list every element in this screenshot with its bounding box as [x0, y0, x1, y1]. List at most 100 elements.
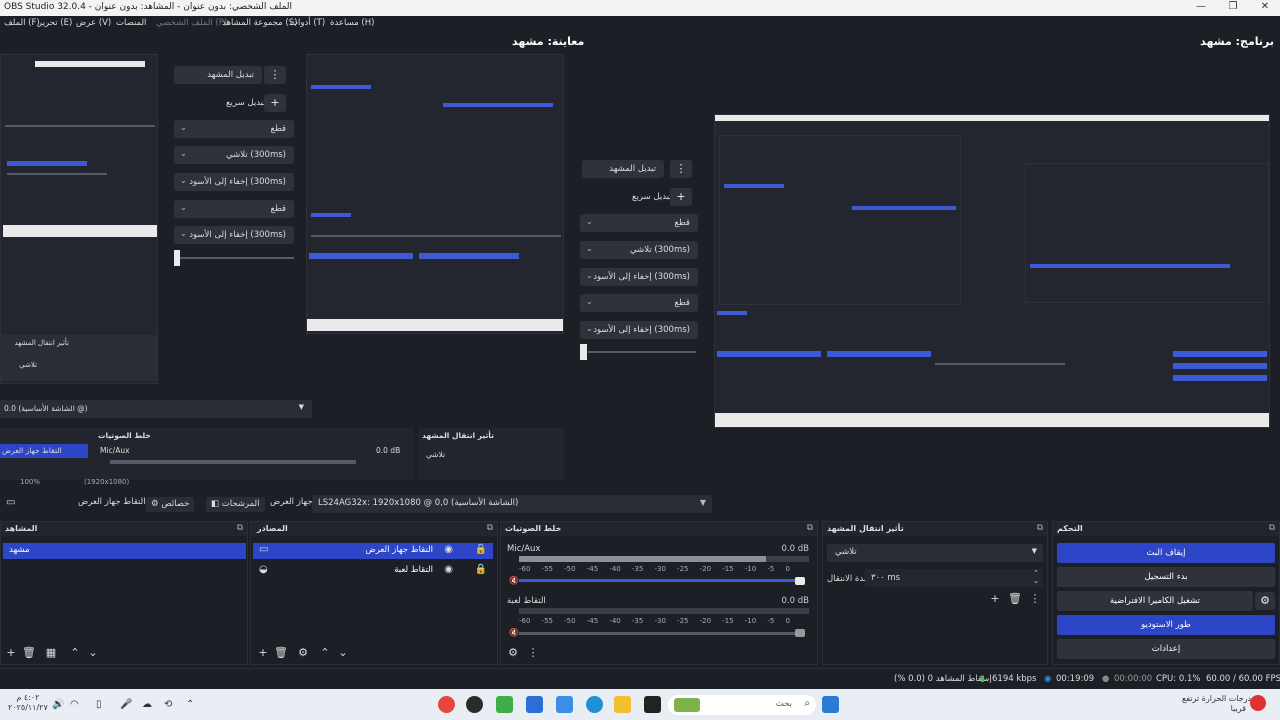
quick-transition-fade[interactable]: ⌄ تلاشي (300ms) — [580, 241, 698, 259]
battery-icon[interactable]: ▯ — [96, 699, 102, 710]
app-icon[interactable] — [556, 696, 573, 713]
minimize-button[interactable]: — — [1186, 1, 1216, 12]
quick-transition-fade-black[interactable]: ⌄ إخفاء إلى الأسود (300ms) — [580, 268, 698, 286]
properties-button[interactable]: ⚙ خصائص — [146, 497, 195, 512]
clock[interactable]: ٤:٠٢ م ٢٠٢٥/١١/٢٧ — [8, 693, 48, 713]
weather-widget[interactable]: درجات الحرارة ترتفع قريبا — [1182, 694, 1251, 714]
nested-transition-row[interactable]: ⌄ إخفاء إلى الأسود (300ms) — [174, 226, 294, 244]
nested-transition-row[interactable]: ⌄ قطع — [174, 200, 294, 218]
nested-transition-row[interactable]: ⌄ قطع — [174, 120, 294, 138]
move-up-icon[interactable]: ⌃ — [317, 646, 333, 659]
folder-icon[interactable] — [614, 696, 631, 713]
edge-icon[interactable] — [586, 696, 603, 713]
scene-list-item[interactable]: مشهد — [3, 543, 246, 559]
menu-profile[interactable]: الملف الشخصي (P) — [156, 18, 227, 28]
taskbar-search[interactable]: بحث ⌕ — [668, 695, 816, 715]
lock-icon[interactable]: 🔒 — [475, 544, 487, 555]
move-down-icon[interactable]: ⌄ — [335, 646, 351, 659]
preview-area[interactable]: معاينة: مشهد تأثير انتقال المشهد تلاشي ت… — [0, 32, 692, 488]
t-bar-slider[interactable] — [580, 344, 587, 360]
add-transition-icon[interactable]: + — [987, 592, 1003, 605]
source-settings-icon[interactable]: ⚙ — [295, 646, 311, 659]
chrome-icon[interactable] — [438, 696, 455, 713]
nested-preview-center — [306, 54, 564, 334]
menu-edit[interactable]: تحرير (E) — [38, 18, 72, 28]
volume-slider-knob[interactable] — [795, 629, 805, 637]
undock-icon[interactable]: ⧉ — [1269, 523, 1275, 533]
eye-icon[interactable]: ◉ — [444, 544, 453, 555]
nested-transition-row[interactable]: ⌄ تلاشي (300ms) — [174, 146, 294, 164]
filters-button[interactable]: ◧ المرشحات — [206, 497, 265, 512]
app-icon[interactable] — [644, 696, 661, 713]
menu-file[interactable]: الملف (F) — [4, 18, 40, 28]
stop-streaming-button[interactable]: إيقاف البث — [1057, 543, 1275, 563]
mute-icon[interactable]: 🔇 — [509, 628, 519, 637]
weather-icon[interactable] — [1250, 695, 1266, 711]
wifi-icon[interactable]: ◠ — [70, 699, 79, 710]
tray-app-icon[interactable]: ⟲ — [164, 699, 172, 710]
scene-filters-icon[interactable]: ▦ — [43, 646, 59, 659]
program-selection — [717, 311, 747, 315]
volume-slider-knob[interactable] — [795, 577, 805, 585]
undock-icon[interactable]: ⧉ — [807, 523, 813, 533]
quick-transition-fade-black-2[interactable]: ⌄ إخفاء إلى الأسود (300ms) — [580, 321, 698, 339]
remove-transition-icon[interactable]: 🗑 — [1007, 592, 1023, 605]
cloud-icon[interactable]: ☁ — [142, 699, 152, 710]
quick-transition-cut-2[interactable]: ⌄ قطع — [580, 294, 698, 312]
display-select[interactable]: LS24AG32x: 1920x1080 @ 0,0 (الشاشة الأسا… — [312, 495, 712, 513]
maximize-button[interactable]: ❐ — [1218, 1, 1248, 12]
lock-icon[interactable]: 🔒 — [475, 564, 487, 575]
edit-scene-button[interactable]: تبديل المشهد — [582, 160, 664, 178]
undock-icon[interactable]: ⧉ — [487, 523, 493, 533]
menu-scene-collection[interactable]: مجموعة المشاهد (S) — [222, 18, 297, 28]
quick-transition-cut[interactable]: ⌄ قطع — [580, 214, 698, 232]
mixer-settings-icon[interactable]: ⚙ — [505, 646, 521, 659]
volume-icon[interactable]: 🔊 — [52, 699, 64, 710]
nested-transition-row[interactable]: ⌄ إخفاء إلى الأسود (300ms) — [174, 173, 294, 191]
add-scene-icon[interactable]: + — [3, 646, 19, 659]
undock-icon[interactable]: ⧉ — [237, 523, 243, 533]
add-source-icon[interactable]: + — [255, 646, 271, 659]
menu-view[interactable]: عرض (V) — [76, 18, 111, 28]
remove-scene-icon[interactable]: 🗑 — [21, 646, 37, 659]
transition-menu-icon[interactable]: ⋮ — [670, 160, 692, 178]
start-icon[interactable] — [822, 696, 839, 713]
chevron-up-icon[interactable]: ⌃ — [186, 699, 194, 710]
nested-add-icon[interactable]: + — [264, 94, 286, 112]
volume-slider[interactable] — [519, 579, 805, 582]
duration-input[interactable]: ٣٠٠ ms ⌃ ⌄ — [865, 569, 1043, 587]
close-button[interactable]: ✕ — [1250, 1, 1280, 12]
transition-type-select[interactable]: تلاشي ▼ — [827, 544, 1043, 562]
nested-display-select[interactable]: الشاشة الأساسية) 0.0 @) ▼ — [0, 400, 312, 418]
volume-slider[interactable] — [519, 632, 805, 635]
source-item-game[interactable]: ◒ التقاط لعبة ◉ 🔒 — [253, 563, 493, 579]
app-icon[interactable] — [526, 696, 543, 713]
settings-button[interactable]: إعدادات — [1057, 639, 1275, 659]
virtual-camera-settings-icon[interactable]: ⚙ — [1255, 592, 1275, 610]
remove-source-icon[interactable]: 🗑 — [273, 646, 289, 659]
volume-meter — [519, 556, 809, 562]
obs-icon[interactable] — [466, 696, 483, 713]
eye-icon[interactable]: ◉ — [444, 564, 453, 575]
nested-menu-icon[interactable]: ⋮ — [264, 66, 286, 84]
move-up-icon[interactable]: ⌃ — [67, 646, 83, 659]
mixer-menu-icon[interactable]: ⋮ — [525, 646, 541, 659]
studio-mode-button[interactable]: طور الاستوديو — [1057, 615, 1275, 635]
source-item-display[interactable]: ▭ التقاط جهاز العرض ◉ 🔒 — [253, 543, 493, 559]
nested-edit-scene-button[interactable]: تبديل المشهد — [174, 66, 262, 84]
start-recording-button[interactable]: بدء التسجيل — [1057, 567, 1275, 587]
mic-icon[interactable]: 🎤 — [120, 699, 132, 710]
menu-help[interactable]: مساعدة (H) — [330, 18, 374, 28]
nested-scene-transition-title: تأثير انتقال المشهد — [14, 339, 70, 347]
menu-tools[interactable]: أدوات (T) — [290, 18, 325, 28]
undock-icon[interactable]: ⧉ — [1037, 523, 1043, 533]
mute-icon[interactable]: 🔇 — [509, 576, 519, 585]
start-virtual-camera-button[interactable]: تشغيل الكاميرا الافتراضية — [1057, 591, 1253, 611]
move-down-icon[interactable]: ⌄ — [85, 646, 101, 659]
menu-platforms[interactable]: المنصات — [116, 18, 146, 28]
add-transition-icon[interactable]: + — [670, 188, 692, 206]
gear-icon: ⚙ — [151, 499, 159, 509]
app-icon[interactable] — [496, 696, 513, 713]
program-selection — [717, 351, 821, 357]
transition-properties-icon[interactable]: ⋮ — [1027, 592, 1043, 605]
